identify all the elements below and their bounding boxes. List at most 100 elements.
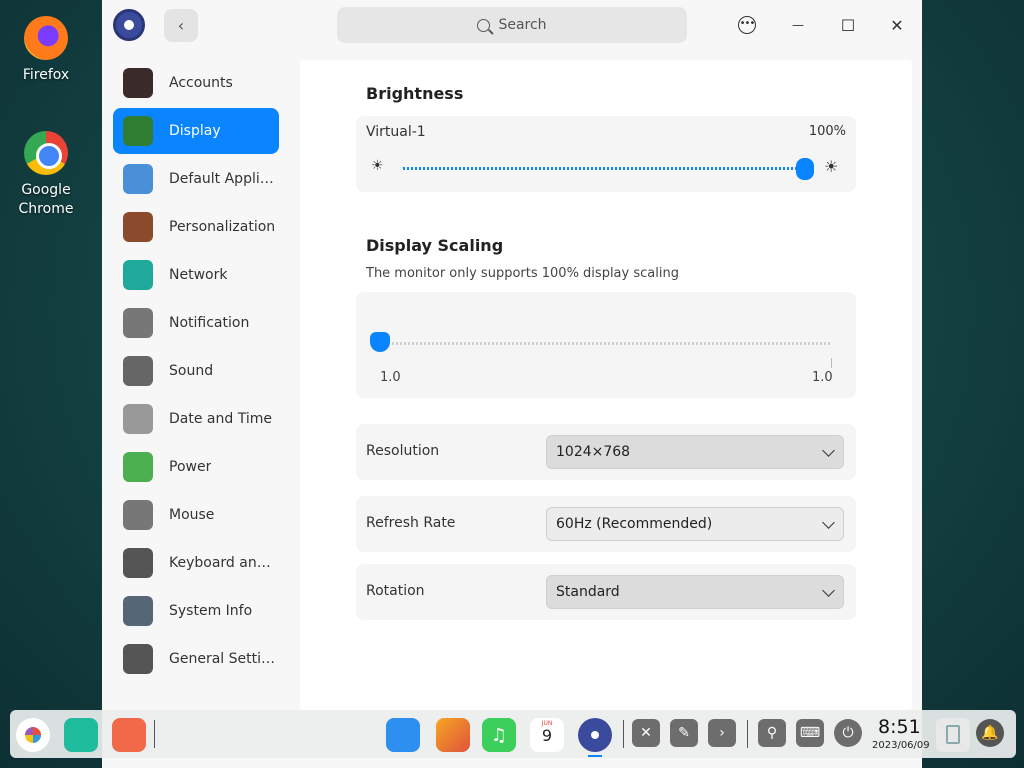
brightness-low-icon: ☀ bbox=[371, 158, 384, 174]
sidebar-item-sound-speaker[interactable]: Sound bbox=[113, 348, 279, 394]
minimize-icon: — bbox=[792, 18, 804, 32]
search-placeholder: Search bbox=[498, 17, 547, 33]
mute-icon[interactable]: ✕ bbox=[632, 719, 660, 747]
search-input[interactable]: Search bbox=[337, 7, 687, 43]
scaling-min-label: 1.0 bbox=[380, 370, 401, 385]
sidebar-item-accounts[interactable]: Accounts bbox=[113, 60, 279, 106]
taskbar-separator bbox=[623, 720, 624, 748]
refresh-rate-value: 60Hz (Recommended) bbox=[556, 516, 713, 532]
sidebar-item-mouse[interactable]: Mouse bbox=[113, 492, 279, 538]
scaling-note: The monitor only supports 100% display s… bbox=[366, 266, 679, 281]
keyboard-icon[interactable]: ⌨ bbox=[796, 719, 824, 747]
resolution-value: 1024×768 bbox=[556, 444, 631, 460]
resolution-dropdown[interactable]: 1024×768 bbox=[546, 435, 844, 469]
desktop-icon-firefox[interactable]: Firefox bbox=[6, 16, 86, 85]
chevron-left-icon: ‹ bbox=[177, 16, 185, 35]
workspace-icon[interactable] bbox=[112, 718, 146, 752]
taskbar-separator bbox=[747, 720, 748, 748]
clock-time[interactable]: 8:51 bbox=[878, 716, 921, 738]
trash-icon[interactable] bbox=[936, 718, 970, 752]
sidebar-item-keyboard[interactable]: Keyboard and ... bbox=[113, 540, 279, 586]
rotation-dropdown[interactable]: Standard bbox=[546, 575, 844, 609]
clock-icon bbox=[123, 404, 153, 434]
sidebar-item-label: Personalization bbox=[169, 219, 276, 235]
active-app-indicator bbox=[588, 755, 602, 757]
clock-date[interactable]: 2023/06/09 bbox=[872, 740, 930, 751]
calendar-day: 9 bbox=[541, 726, 553, 745]
titlebar: ‹ Search ••• — ☐ ✕ bbox=[102, 0, 922, 50]
display-scaling-title: Display Scaling bbox=[366, 236, 504, 255]
control-center-taskbar-icon[interactable] bbox=[578, 718, 612, 752]
scaling-slider-handle[interactable] bbox=[370, 332, 390, 352]
power-icon[interactable]: ⏻ bbox=[834, 719, 862, 747]
chevron-down-icon bbox=[822, 444, 835, 457]
multitask-view-icon[interactable] bbox=[64, 718, 98, 752]
minimize-button[interactable]: — bbox=[785, 12, 811, 38]
brightness-slider-track[interactable] bbox=[403, 167, 805, 170]
back-button[interactable]: ‹ bbox=[164, 9, 198, 42]
taskbar-separator bbox=[154, 720, 155, 748]
brightness-title: Brightness bbox=[366, 84, 464, 103]
sound-speaker-icon bbox=[123, 356, 153, 386]
pen-icon[interactable]: ✎ bbox=[670, 719, 698, 747]
default-apps-icon bbox=[123, 164, 153, 194]
sidebar-item-clock[interactable]: Date and Time bbox=[113, 396, 279, 442]
rotation-label: Rotation bbox=[366, 583, 425, 599]
sidebar-item-gear[interactable]: General Settin... bbox=[113, 636, 279, 682]
search-icon[interactable]: ⚲ bbox=[758, 719, 786, 747]
file-manager-icon[interactable] bbox=[386, 718, 420, 752]
close-button[interactable]: ✕ bbox=[884, 12, 910, 38]
notification-bell-icon bbox=[123, 308, 153, 338]
sidebar-item-label: Sound bbox=[169, 363, 214, 379]
refresh-rate-row: Refresh Rate 60Hz (Recommended) bbox=[356, 496, 856, 552]
sidebar-item-display[interactable]: Display bbox=[113, 108, 279, 154]
sidebar-item-label: Notification bbox=[169, 315, 250, 331]
scaling-max-label: 1.0 bbox=[812, 370, 833, 385]
chevron-down-icon bbox=[822, 516, 835, 529]
sidebar-item-battery[interactable]: Power bbox=[113, 444, 279, 490]
sidebar-item-label: Power bbox=[169, 459, 212, 475]
desktop-icon-label: Firefox bbox=[22, 67, 70, 83]
system-info-icon bbox=[123, 596, 153, 626]
sidebar-item-default-apps[interactable]: Default Applic... bbox=[113, 156, 279, 202]
desktop-icon-chrome[interactable]: Google Chrome bbox=[6, 131, 86, 219]
sidebar-item-label: Default Applic... bbox=[169, 171, 277, 187]
control-center-window: ‹ Search ••• — ☐ ✕ Accounts Display Defaul… bbox=[102, 0, 922, 768]
image-viewer-icon[interactable] bbox=[436, 718, 470, 752]
chevron-down-icon bbox=[822, 584, 835, 597]
display-icon bbox=[123, 116, 153, 146]
music-icon[interactable]: ♫ bbox=[482, 718, 516, 752]
main-menu-button[interactable]: ••• bbox=[734, 12, 760, 38]
close-icon: ✕ bbox=[890, 15, 904, 35]
sidebar-item-label: Display bbox=[169, 123, 221, 139]
scaling-slider-track[interactable] bbox=[384, 342, 832, 345]
refresh-rate-dropdown[interactable]: 60Hz (Recommended) bbox=[546, 507, 844, 541]
calendar-icon[interactable]: JUN 9 bbox=[530, 718, 564, 752]
gear-icon bbox=[123, 644, 153, 674]
network-icon bbox=[123, 260, 153, 290]
sidebar-item-personalization[interactable]: Personalization bbox=[113, 204, 279, 250]
keyboard-icon bbox=[123, 548, 153, 578]
notification-bell-icon[interactable]: 🔔 bbox=[976, 719, 1004, 747]
sidebar-item-system-info[interactable]: System Info bbox=[113, 588, 279, 634]
sidebar-item-label: Mouse bbox=[169, 507, 215, 523]
launcher-icon[interactable] bbox=[16, 718, 50, 752]
sidebar-item-label: Keyboard and ... bbox=[169, 555, 277, 571]
chevron-right-icon[interactable]: › bbox=[708, 719, 736, 747]
refresh-rate-label: Refresh Rate bbox=[366, 515, 456, 531]
brightness-value: 100% bbox=[808, 124, 846, 139]
display-settings-panel: Brightness Virtual-1 100% ☀ ☀ Display Sc… bbox=[300, 60, 912, 710]
accounts-icon bbox=[123, 68, 153, 98]
rotation-row: Rotation Standard bbox=[356, 564, 856, 620]
maximize-button[interactable]: ☐ bbox=[835, 12, 861, 38]
personalization-icon bbox=[123, 212, 153, 242]
sidebar-item-label: Network bbox=[169, 267, 228, 283]
brightness-slider-handle[interactable] bbox=[796, 158, 814, 180]
firefox-icon bbox=[24, 16, 68, 60]
sidebar-item-notification-bell[interactable]: Notification bbox=[113, 300, 279, 346]
sidebar-item-label: System Info bbox=[169, 603, 253, 619]
sidebar-item-network[interactable]: Network bbox=[113, 252, 279, 298]
brightness-high-icon: ☀ bbox=[824, 157, 839, 176]
control-center-logo-icon bbox=[113, 9, 145, 41]
maximize-icon: ☐ bbox=[840, 15, 856, 35]
